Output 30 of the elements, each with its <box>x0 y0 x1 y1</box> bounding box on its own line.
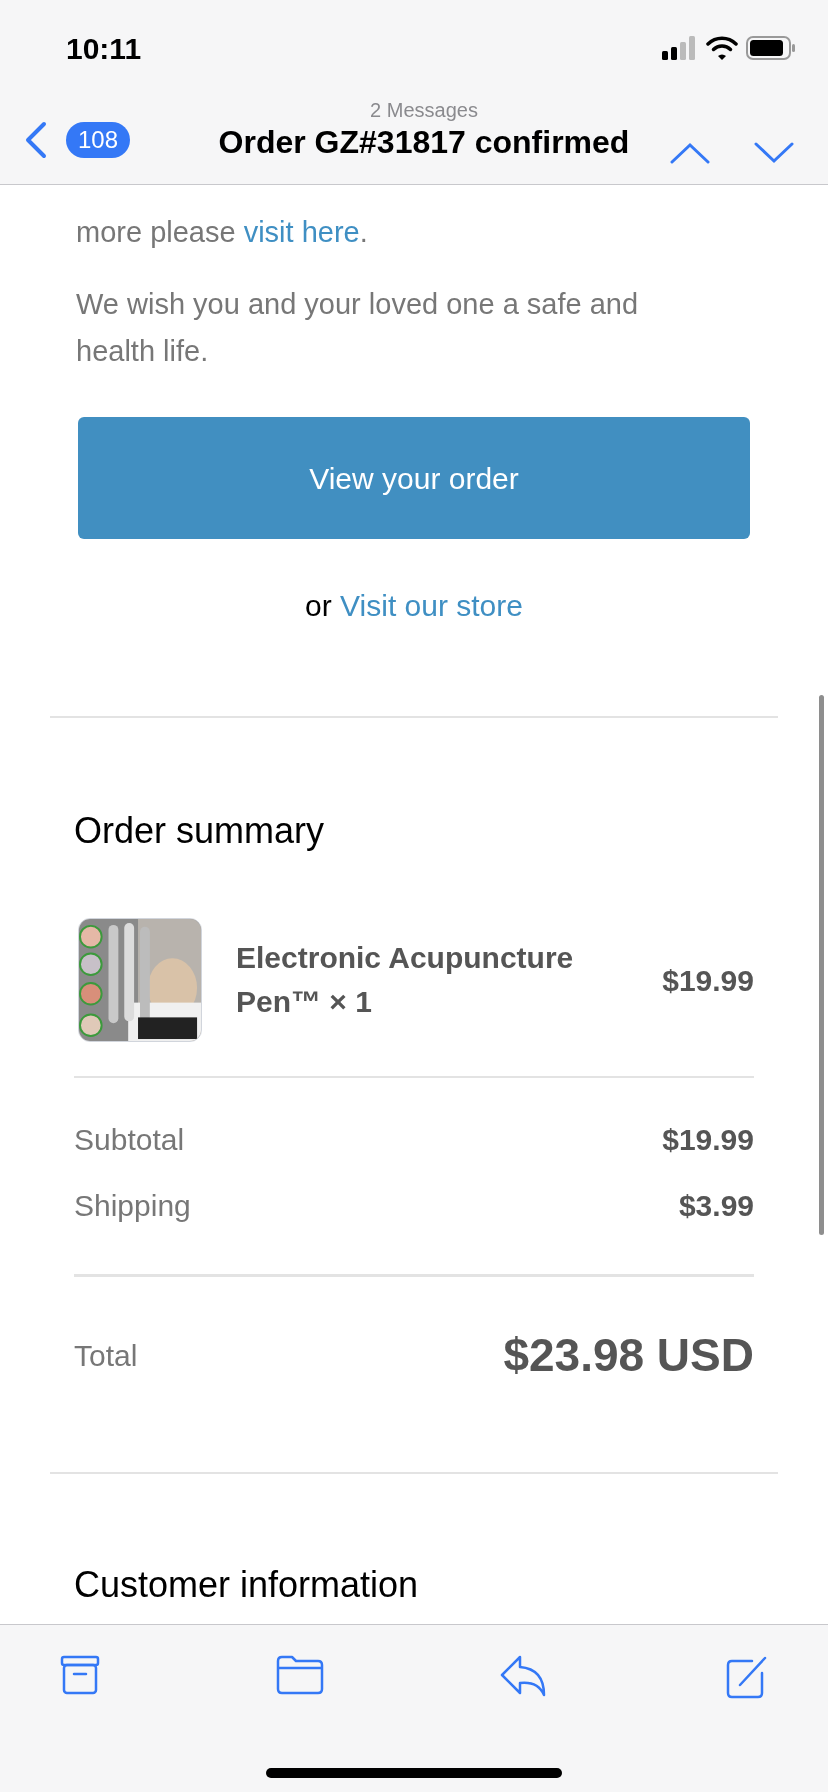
compose-icon[interactable] <box>724 1655 768 1699</box>
back-icon[interactable] <box>24 121 48 159</box>
wish-text: We wish you and your loved one a safe and health life. <box>76 287 640 369</box>
product-name: Electronic Acupuncture Pen™ × 1 <box>236 940 575 1020</box>
product-price: $19.99 <box>662 962 754 999</box>
store-text: or Visit our store <box>304 588 524 624</box>
battery-icon <box>746 36 796 60</box>
up-icon[interactable] <box>670 142 710 164</box>
window-title: Order GZ#31817 confirmed <box>218 123 630 162</box>
folder-icon[interactable] <box>276 1655 324 1695</box>
down-icon[interactable] <box>754 142 794 164</box>
section-heading: Customer information <box>73 1563 420 1607</box>
visit-store-link[interactable]: Visit our store <box>340 589 523 622</box>
summary-value: $3.99 <box>678 1187 754 1224</box>
archive-icon[interactable] <box>60 1655 100 1695</box>
total-value: $23.98 USD <box>503 1328 754 1383</box>
visit-here-link[interactable]: visit here <box>243 216 360 248</box>
summary-label: Subtotal <box>74 1121 185 1158</box>
intro-text: more please visit here. <box>76 215 369 250</box>
total-label: Total <box>74 1338 138 1374</box>
section-heading: Order summary <box>74 809 326 853</box>
message-count: 2 Messages <box>370 98 478 122</box>
wifi-icon <box>706 36 738 60</box>
summary-label: Shipping <box>74 1187 191 1224</box>
signal-icon <box>662 36 698 60</box>
unread-badge[interactable]: 108 <box>66 122 131 158</box>
status-time: 10:11 <box>66 30 142 67</box>
reply-icon[interactable] <box>500 1655 548 1699</box>
view-order-button[interactable]: View your order <box>78 417 750 539</box>
summary-value: $19.99 <box>662 1121 754 1158</box>
